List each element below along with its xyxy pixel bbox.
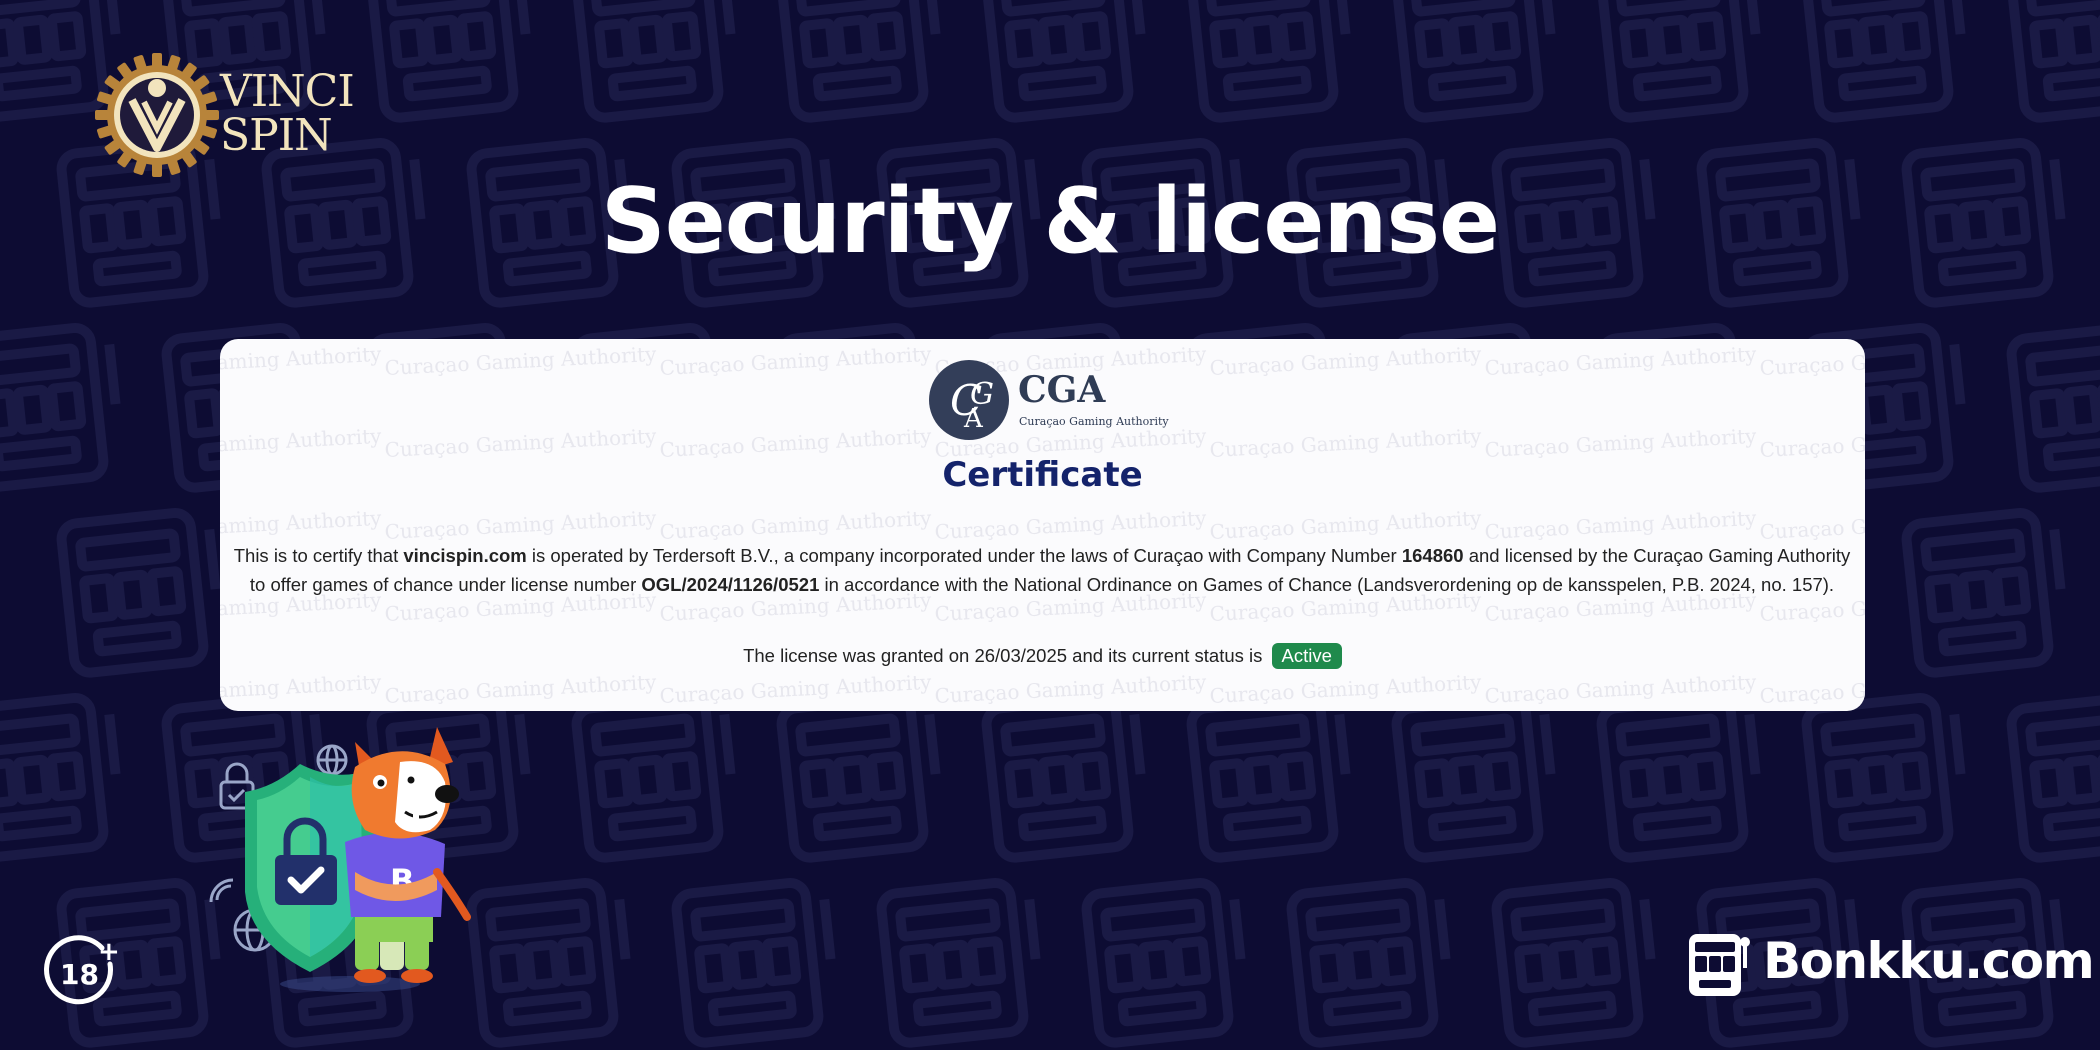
bg-slot-machine-icon: [1286, 877, 1451, 1048]
body-text-4: in accordance with the National Ordinanc…: [819, 574, 1835, 595]
watermark-text: Curaçao Gaming Authority: [659, 342, 933, 380]
bg-slot-machine-icon: [0, 322, 121, 493]
body-text-1: This is to certify that: [233, 545, 404, 566]
vincispin-logo[interactable]: VINCI SPIN: [92, 50, 355, 180]
age-label: 18: [60, 958, 99, 991]
certificate-body: This is to certify that vincispin.com is…: [232, 541, 1852, 599]
status-text: The license was granted on 26/03/2025 an…: [743, 645, 1263, 666]
page-title: Security & license: [600, 169, 1500, 274]
watermark-text: Curaçao Gaming Authority: [1209, 506, 1483, 544]
bg-slot-machine-icon: [1186, 0, 1351, 123]
bg-slot-machine-icon: [571, 692, 736, 863]
watermark-text: Curaçao Gaming Authority: [659, 670, 933, 708]
bg-slot-machine-icon: [2006, 692, 2100, 863]
watermark-text: Curaçao Gaming Authority: [1209, 670, 1483, 708]
bg-slot-machine-icon: [2006, 322, 2100, 493]
bg-slot-machine-icon: [366, 0, 531, 123]
bonkku-brand[interactable]: Bonkku.com: [1685, 928, 2095, 1003]
watermark-text: Curaçao Gaming Authority: [1759, 670, 1865, 708]
watermark-text: Curaçao Gaming Authority: [934, 506, 1208, 544]
company-number: 164860: [1401, 545, 1464, 566]
body-text-2: is operated by Terdersoft B.V., a compan…: [526, 545, 1402, 566]
watermark-text: Curaçao Gaming Authority: [220, 670, 383, 708]
watermark-text: Curaçao Gaming Authority: [384, 342, 658, 380]
bonkku-wordmark: Bonkku.com: [1763, 932, 2095, 990]
cga-full-name: Curaçao Gaming Authority: [1019, 415, 1169, 428]
bg-slot-machine-icon: [981, 692, 1146, 863]
watermark-text: Curaçao Gaming Authority: [384, 670, 658, 708]
watermark-text: Curaçao Gaming Authority: [1484, 506, 1758, 544]
bg-slot-machine-icon: [56, 507, 221, 678]
bg-slot-machine-icon: [1391, 0, 1556, 123]
bg-slot-machine-icon: [1491, 877, 1656, 1048]
dog-mascot[interactable]: B: [345, 727, 471, 983]
license-number: OGL/2024/1126/0521: [641, 574, 820, 595]
logo-wordmark: VINCI SPIN: [220, 66, 355, 161]
slot-machine-icon: [1689, 934, 1750, 996]
bg-slot-machine-icon: [981, 0, 1146, 123]
bg-slot-machine-icon: [1801, 0, 1966, 123]
mascot-illustration: B: [209, 727, 471, 992]
watermark-text: Curaçao Gaming Authority: [1484, 670, 1758, 708]
mascot-shadow: [280, 976, 420, 992]
watermark-text: Curaçao Gaming Authority: [934, 670, 1208, 708]
bg-slot-machine-icon: [2006, 0, 2100, 123]
watermark-text: Curaçao Gaming Authority: [1209, 342, 1483, 380]
globe-icon-small: [316, 744, 348, 776]
age-18-plus-icon: 18 +: [44, 935, 120, 1005]
cga-emblem-icon: C A G: [929, 360, 1009, 440]
watermark-text: Curaçao Gaming Authority: [1759, 506, 1865, 544]
vincispin-gear-icon: [95, 53, 219, 177]
certificate-title: Certificate: [942, 455, 1143, 495]
svg-text:G: G: [970, 377, 994, 412]
bg-slot-machine-icon: [776, 692, 941, 863]
wifi-icon: [209, 878, 234, 903]
bg-slot-machine-icon: [1186, 692, 1351, 863]
bg-slot-machine-icon: [1081, 877, 1246, 1048]
bg-slot-machine-icon: [571, 0, 736, 123]
bg-slot-machine-icon: [876, 877, 1041, 1048]
cga-logo: C A G CGA Curaçao Gaming Authority: [928, 359, 1169, 443]
bg-slot-machine-icon: [1596, 0, 1761, 123]
cga-abbreviation: CGA: [1018, 369, 1106, 411]
age-plus: +: [98, 937, 120, 967]
watermark-text: Curaçao Gaming Authority: [1759, 342, 1865, 380]
watermark-text: Curaçao Gaming Authority: [384, 506, 658, 544]
logo-line-2: SPIN: [220, 110, 333, 161]
logo-line-1: VINCI: [220, 66, 355, 117]
watermark-text: Curaçao Gaming Authority: [659, 506, 933, 544]
watermark-text: Curaçao Gaming Authority: [220, 506, 383, 544]
bg-slot-machine-icon: [776, 0, 941, 123]
watermark-text: Curaçao Gaming Authority: [220, 342, 383, 380]
licensed-domain: vincispin.com: [403, 545, 527, 566]
license-status-line: The license was granted on 26/03/2025 an…: [220, 641, 1865, 671]
certificate-card: Curaçao Gaming AuthorityCuraçao Gaming A…: [220, 339, 1865, 711]
watermark-text: Curaçao Gaming Authority: [1484, 342, 1758, 380]
status-badge: Active: [1271, 643, 1342, 669]
bg-slot-machine-icon: [0, 692, 121, 863]
bg-slot-machine-icon: [1391, 692, 1556, 863]
bg-slot-machine-icon: [671, 877, 836, 1048]
bg-slot-machine-icon: [1901, 507, 2066, 678]
bg-slot-machine-icon: [1801, 692, 1966, 863]
bg-slot-machine-icon: [1596, 692, 1761, 863]
